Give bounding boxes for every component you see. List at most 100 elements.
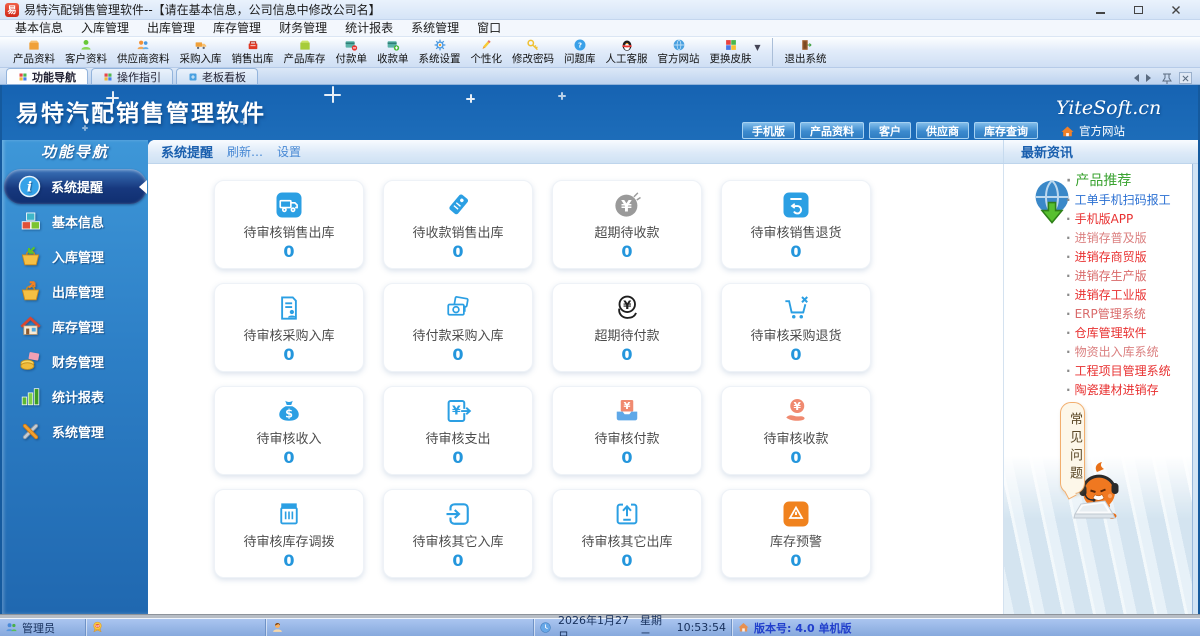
toolbar-button[interactable]: 收款单 ▼: [372, 38, 414, 66]
workspace-tab[interactable]: 操作指引: [91, 68, 173, 84]
scroll-right-icon[interactable]: [1146, 74, 1155, 82]
menu-item[interactable]: 统计报表: [336, 20, 402, 36]
reminder-card[interactable]: 待收款销售出库 0: [383, 180, 533, 269]
banner-quick-button[interactable]: 库存查询: [974, 122, 1038, 139]
reminder-card[interactable]: ¥ 待审核付款 0: [552, 386, 702, 475]
banner-quick-button[interactable]: 手机版: [742, 122, 795, 139]
news-link[interactable]: · 陶瓷建材进销存: [1066, 381, 1171, 400]
tab-nav-icon: [103, 72, 113, 82]
toolbar-button[interactable]: 系统设置 ▼: [414, 38, 466, 66]
reminder-card[interactable]: 待审核其它入库 0: [383, 489, 533, 578]
brand-logo: YiteSoft.cn: [1056, 97, 1162, 119]
news-link[interactable]: · 产品推荐: [1066, 172, 1171, 191]
news-link[interactable]: · ERP管理系统: [1066, 305, 1171, 324]
toolbar-button[interactable]: 销售出库 ▼: [227, 38, 279, 66]
toolbar-button[interactable]: 产品库存 ▼: [279, 38, 331, 66]
toolbar-button[interactable]: 修改密码 ▼: [507, 38, 559, 66]
minimize-button[interactable]: [1089, 3, 1111, 17]
workspace-tab[interactable]: 老板看板: [176, 68, 258, 84]
version-text: 版本号: 4.0 单机版: [754, 621, 852, 635]
reminder-card[interactable]: 待审核采购入库 0: [214, 283, 364, 372]
app-icon: 易: [5, 2, 19, 17]
maximize-button[interactable]: [1127, 3, 1149, 17]
reminder-card[interactable]: $ 待审核收入 0: [214, 386, 364, 475]
people-orange-icon: [136, 38, 150, 53]
box-out-icon: [612, 497, 642, 530]
menu-item[interactable]: 窗口: [468, 20, 510, 36]
reminder-card[interactable]: ¥ 待审核支出 0: [383, 386, 533, 475]
sidebar-item[interactable]: 入库管理: [2, 239, 148, 274]
pin-down-icon[interactable]: [1162, 73, 1172, 84]
menu-bar: 基本信息 入库管理 出库管理 库存管理 财务管理 统计报表 系统管理 窗口: [0, 20, 1200, 37]
toolbar-button[interactable]: 人工客服 ▼: [601, 38, 653, 66]
news-link[interactable]: · 进销存商贸版: [1066, 248, 1171, 267]
news-link[interactable]: · 物资出入库系统: [1066, 343, 1171, 362]
sidebar: 功能导航 i 系统提醒 基本信息 入库管理 出库管理 库存管理 财务管理 统计报…: [2, 140, 148, 614]
toolbar-button[interactable]: 退出系统 ▼: [771, 38, 832, 66]
news-link[interactable]: · 仓库管理软件: [1066, 324, 1171, 343]
news-link[interactable]: · 进销存工业版: [1066, 286, 1171, 305]
menu-item[interactable]: 入库管理: [72, 20, 138, 36]
news-header: 最新资讯: [1003, 140, 1198, 163]
banner-quick-button[interactable]: 客户: [869, 122, 911, 139]
menu-item[interactable]: 系统管理: [402, 20, 468, 36]
reminder-card[interactable]: 库存预警 0: [721, 489, 871, 578]
panel-header: 系统提醒 刷新… 设置 最新资讯: [148, 140, 1198, 164]
banner-quick-button[interactable]: 产品资料: [800, 122, 864, 139]
toolbar-button[interactable]: 付款单 ▼: [331, 38, 373, 66]
scroll-left-icon[interactable]: [1130, 74, 1139, 82]
reminder-card[interactable]: ¥ 超期待付款 0: [552, 283, 702, 372]
reminder-card[interactable]: 待审核销售出库 0: [214, 180, 364, 269]
right-edge-strip: [1192, 164, 1198, 614]
faq-bubble[interactable]: 常见问题: [1060, 402, 1085, 494]
toolbar-button[interactable]: 个性化 ▼: [466, 38, 508, 66]
official-site-link[interactable]: 官方网站: [1060, 123, 1125, 139]
toolbar-button[interactable]: 客户资料 ▼: [60, 38, 112, 66]
reminder-card[interactable]: 待审核库存调拨 0: [214, 489, 364, 578]
reminder-card[interactable]: 待付款采购入库 0: [383, 283, 533, 372]
card-minus-icon: [344, 38, 358, 53]
reminder-card[interactable]: 待审核采购退货 0: [721, 283, 871, 372]
news-link[interactable]: · 进销存普及版: [1066, 229, 1171, 248]
sidebar-item[interactable]: i 系统提醒: [4, 169, 147, 204]
close-button[interactable]: [1165, 3, 1187, 17]
reminder-card[interactable]: 待审核其它出库 0: [552, 489, 702, 578]
sidebar-item[interactable]: 出库管理: [2, 274, 148, 309]
svg-text:¥: ¥: [623, 297, 632, 311]
settings-link[interactable]: 设置: [277, 143, 301, 160]
toolbar-button[interactable]: 供应商资料 ▼: [112, 38, 175, 66]
toolbar-button[interactable]: 产品资料 ▼: [8, 38, 60, 66]
sidebar-item[interactable]: 财务管理: [2, 344, 148, 379]
close-pane-icon[interactable]: [1179, 72, 1192, 84]
menu-item[interactable]: 库存管理: [204, 20, 270, 36]
sidebar-item[interactable]: 统计报表: [2, 379, 148, 414]
tabstrip-controls: [1130, 72, 1200, 84]
penguin-icon: [620, 38, 634, 53]
sidebar-item[interactable]: 系统管理: [2, 414, 148, 449]
sidebar-item[interactable]: 库存管理: [2, 309, 148, 344]
home-icon: [1060, 124, 1075, 139]
toolbar-button[interactable]: ? 问题库 ▼: [559, 38, 601, 66]
refresh-link[interactable]: 刷新…: [227, 143, 263, 160]
card-plus-icon: [386, 38, 400, 53]
news-link[interactable]: · 工单手机扫码报工: [1066, 191, 1171, 210]
reminder-card[interactable]: ¥ 超期待收款 0: [552, 180, 702, 269]
toolbar-button[interactable]: 更换皮肤 ▼: [705, 38, 761, 66]
sidebar-item[interactable]: 基本信息: [2, 204, 148, 239]
menu-item[interactable]: 财务管理: [270, 20, 336, 36]
banner-quick-button[interactable]: 供应商: [916, 122, 969, 139]
tab-strip: 功能导航 操作指引 老板看板: [0, 68, 1200, 85]
dropdown-caret-icon[interactable]: ▼: [754, 43, 760, 52]
reminder-card[interactable]: 待审核销售退货 0: [721, 180, 871, 269]
vip-badge-icon: VIP: [91, 621, 104, 634]
workspace-tab[interactable]: 功能导航: [6, 68, 88, 84]
news-link[interactable]: · 进销存生产版: [1066, 267, 1171, 286]
reminder-card[interactable]: ¥ 待审核收款 0: [721, 386, 871, 475]
menu-item[interactable]: 出库管理: [138, 20, 204, 36]
news-link[interactable]: · 手机版APP: [1066, 210, 1171, 229]
toolbar-button[interactable]: 采购入库 ▼: [175, 38, 227, 66]
news-link[interactable]: · 工程项目管理系统: [1066, 362, 1171, 381]
toolbar-button[interactable]: 官方网站 ▼: [653, 38, 705, 66]
menu-item[interactable]: 基本信息: [6, 20, 72, 36]
status-user-panel: 管理员: [0, 619, 86, 636]
